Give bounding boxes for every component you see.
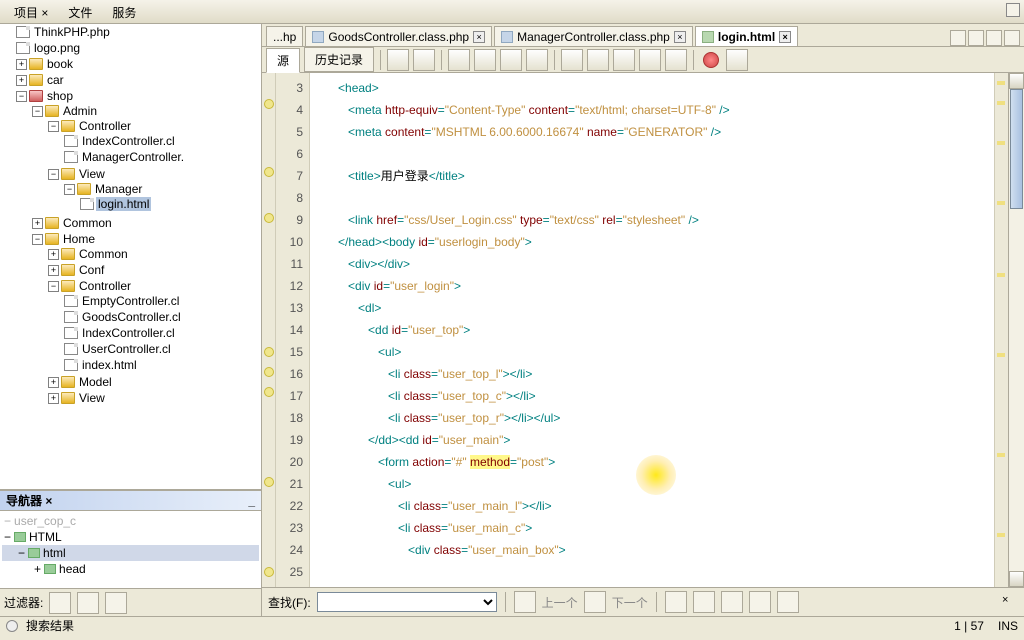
tab-maximize[interactable] (1004, 30, 1020, 46)
find-input[interactable] (317, 592, 497, 612)
status-bar: 搜索结果 1 | 57 INS (0, 616, 1024, 634)
file-icon (16, 26, 30, 38)
toolbar-button[interactable] (561, 49, 583, 71)
status-icon (6, 620, 18, 632)
scroll-thumb[interactable] (1010, 89, 1023, 209)
vertical-scrollbar[interactable] (1008, 73, 1024, 587)
tab-file[interactable]: ManagerController.class.php× (494, 26, 693, 46)
panel-tabs: 项目 × 文件 服务 (0, 0, 1024, 24)
tab-file-active[interactable]: login.html× (695, 26, 798, 46)
scroll-up[interactable] (1009, 73, 1024, 89)
tab-file[interactable]: ...hp (266, 26, 303, 46)
filter-row: 过滤器: (0, 588, 261, 616)
navigator-title: 导航器 × (6, 492, 52, 509)
file-icon (16, 42, 30, 54)
php-icon (501, 31, 513, 43)
file-tabs: ...hp GoodsController.class.php× Manager… (262, 24, 1024, 47)
find-label: 查找(F): (268, 594, 311, 611)
close-find[interactable]: × (1002, 594, 1018, 610)
toolbar-button[interactable] (474, 49, 496, 71)
status-insert: INS (998, 619, 1018, 633)
filter-button[interactable] (105, 592, 127, 614)
toolbar-button[interactable] (526, 49, 548, 71)
toolbar-button[interactable] (726, 49, 748, 71)
find-option[interactable] (749, 591, 771, 613)
editor-area: ...hp GoodsController.class.php× Manager… (262, 24, 1024, 616)
close-icon[interactable]: × (779, 31, 791, 43)
project-tree[interactable]: ThinkPHP.php logo.png +book +car −shop −… (0, 24, 261, 490)
toolbar-button[interactable] (413, 49, 435, 71)
scroll-down[interactable] (1009, 571, 1024, 587)
find-option[interactable] (665, 591, 687, 613)
find-prev-button[interactable] (514, 591, 536, 613)
folder-icon (29, 58, 43, 70)
tab-scroll-right[interactable] (968, 30, 984, 46)
tab-file[interactable]: 文件 (58, 0, 102, 23)
tree-item-login[interactable]: login.html (96, 197, 151, 211)
find-next-button[interactable] (584, 591, 606, 613)
navigator-tree[interactable]: −user_cop_c −HTML −html +head (0, 511, 261, 588)
toolbar-button[interactable] (387, 49, 409, 71)
tab-file[interactable]: GoodsController.class.php× (305, 26, 492, 46)
expand-toggle[interactable]: + (16, 59, 27, 70)
editor-toolbar: 源 历史记录 (262, 47, 1024, 73)
code-editor[interactable]: 345678910111213141516171819202122232425 … (262, 73, 1024, 587)
html-icon (702, 31, 714, 43)
folder-icon (29, 74, 43, 86)
toolbar-button[interactable] (613, 49, 635, 71)
minimize-button[interactable]: _ (248, 494, 255, 508)
minimize-button[interactable] (1006, 3, 1020, 17)
status-position: 1 | 57 (954, 619, 984, 633)
subtab-history[interactable]: 历史记录 (304, 47, 374, 72)
filter-button[interactable] (49, 592, 71, 614)
navigator-panel: 导航器 × _ −user_cop_c −HTML −html +head (0, 490, 261, 588)
toolbar-button[interactable] (587, 49, 609, 71)
marker-bar (262, 73, 276, 587)
tab-project[interactable]: 项目 × (4, 0, 58, 23)
php-icon (312, 31, 324, 43)
find-option[interactable] (693, 591, 715, 613)
filter-label: 过滤器: (4, 594, 43, 611)
left-column: ThinkPHP.php logo.png +book +car −shop −… (0, 24, 262, 616)
close-icon[interactable]: × (473, 31, 485, 43)
status-search[interactable]: 搜索结果 (26, 617, 74, 634)
line-numbers: 345678910111213141516171819202122232425 (276, 73, 310, 587)
close-icon[interactable]: × (674, 31, 686, 43)
filter-button[interactable] (77, 592, 99, 614)
toolbar-button[interactable] (639, 49, 661, 71)
tab-service[interactable]: 服务 (102, 0, 146, 23)
error-stripe (994, 73, 1008, 587)
expand-toggle[interactable]: − (16, 91, 27, 102)
tab-scroll-left[interactable] (950, 30, 966, 46)
find-option[interactable] (777, 591, 799, 613)
code-content[interactable]: <head> <meta http-equiv="Content-Type" c… (310, 73, 994, 587)
find-option[interactable] (721, 591, 743, 613)
folder-icon (29, 90, 43, 102)
stop-button[interactable] (703, 52, 719, 68)
toolbar-button[interactable] (665, 49, 687, 71)
expand-toggle[interactable]: + (16, 75, 27, 86)
find-bar: 查找(F): 上一个 下一个 × (262, 587, 1024, 616)
toolbar-button[interactable] (500, 49, 522, 71)
toolbar-button[interactable] (448, 49, 470, 71)
subtab-source[interactable]: 源 (266, 48, 300, 73)
tab-menu[interactable] (986, 30, 1002, 46)
